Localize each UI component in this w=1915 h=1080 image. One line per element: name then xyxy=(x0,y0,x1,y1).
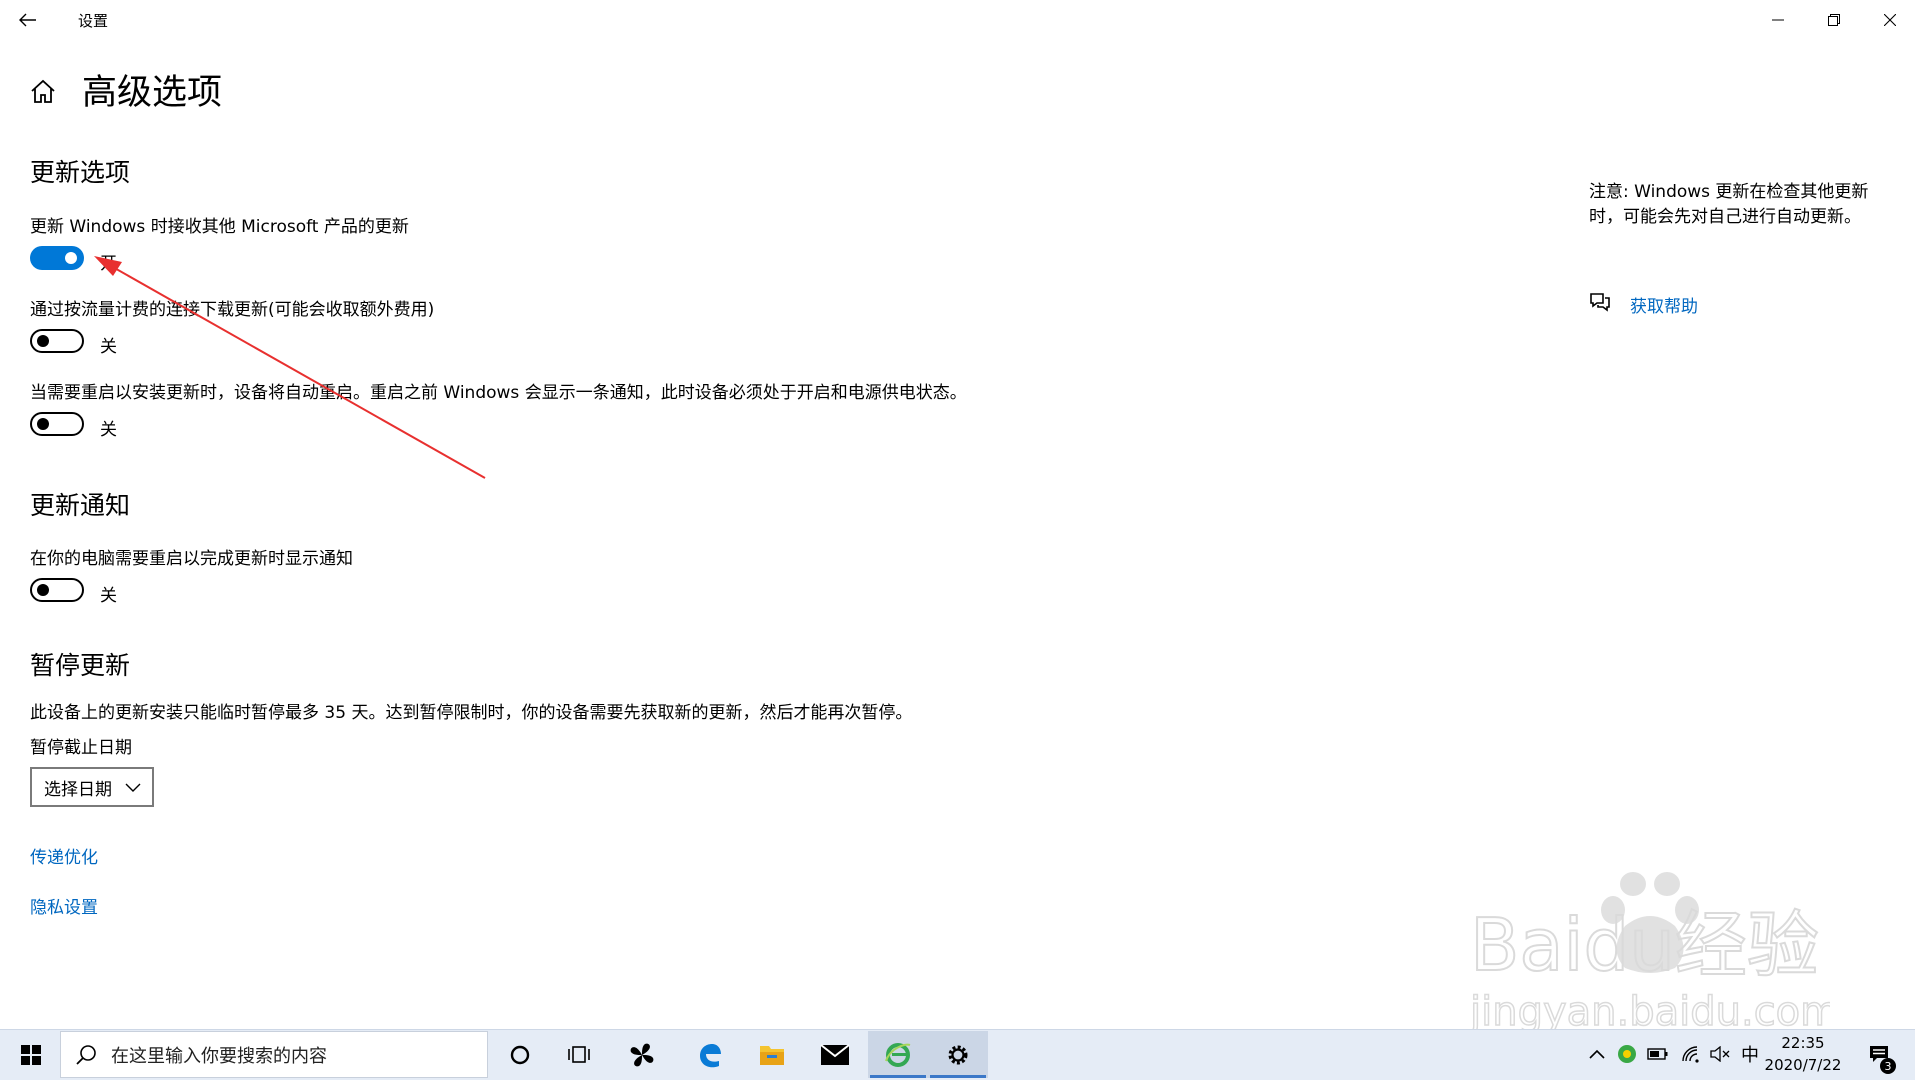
pinwheel-app-button[interactable] xyxy=(612,1031,672,1078)
watermark-brand: Baidu经验 xyxy=(1470,903,1819,987)
ie-browser-icon xyxy=(885,1042,911,1067)
settings-button[interactable] xyxy=(928,1031,988,1078)
edge-button[interactable] xyxy=(680,1031,740,1078)
file-explorer-icon xyxy=(760,1045,784,1065)
search-icon xyxy=(76,1044,96,1065)
chevron-up-icon xyxy=(1589,1049,1605,1059)
cortana-icon xyxy=(510,1045,530,1064)
search-placeholder: 在这里输入你要搜索的内容 xyxy=(111,1045,327,1067)
start-button[interactable] xyxy=(8,1032,54,1078)
active-indicator xyxy=(930,1075,986,1078)
mail-button[interactable] xyxy=(805,1031,865,1078)
tray-app-icon[interactable] xyxy=(1615,1040,1639,1068)
volume-muted-icon xyxy=(1710,1046,1730,1062)
battery-status[interactable] xyxy=(1645,1040,1671,1068)
baidu-jingyan-watermark: Baidu经验 jingyan.baidu.com xyxy=(1470,872,1830,1036)
ie-browser-button[interactable] xyxy=(868,1031,928,1078)
mail-icon xyxy=(820,1043,850,1065)
wifi-icon xyxy=(1682,1046,1699,1063)
volume-status[interactable] xyxy=(1708,1040,1734,1068)
task-view-icon xyxy=(568,1045,590,1063)
battery-icon xyxy=(1647,1048,1668,1060)
edge-icon xyxy=(700,1043,721,1067)
taskbar-search-box[interactable]: 在这里输入你要搜索的内容 xyxy=(60,1031,488,1078)
notification-count-badge: 3 xyxy=(1880,1058,1896,1074)
pinwheel-app-icon xyxy=(630,1043,654,1066)
clock-date[interactable]: 2020/7/22 xyxy=(1758,1056,1848,1074)
active-indicator xyxy=(870,1075,926,1078)
task-view-button[interactable] xyxy=(550,1031,610,1078)
clock-time[interactable]: 22:35 xyxy=(1768,1034,1838,1052)
green-shield-icon xyxy=(1618,1045,1636,1063)
cortana-button[interactable] xyxy=(490,1031,550,1078)
network-status[interactable] xyxy=(1678,1040,1704,1068)
tray-overflow-button[interactable] xyxy=(1586,1040,1608,1068)
windows-start-icon xyxy=(21,1045,41,1065)
file-explorer-button[interactable] xyxy=(742,1031,802,1078)
settings-icon xyxy=(948,1045,968,1064)
